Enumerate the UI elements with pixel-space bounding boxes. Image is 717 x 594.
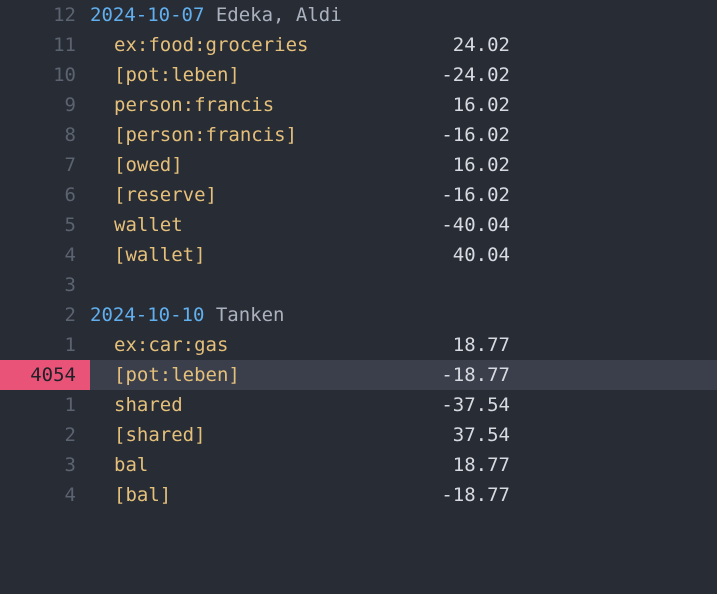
line-number: 2 <box>0 300 90 330</box>
posting-amount: -37.54 <box>350 390 510 420</box>
editor-line[interactable]: 6[reserve]-16.02 <box>0 180 717 210</box>
editor-line[interactable]: 5wallet-40.04 <box>0 210 717 240</box>
line-number: 10 <box>0 60 90 90</box>
editor-line[interactable]: 11ex:food:groceries24.02 <box>0 30 717 60</box>
posting-amount: 16.02 <box>350 90 510 120</box>
line-number: 12 <box>0 0 90 30</box>
posting-amount: -16.02 <box>350 120 510 150</box>
posting-account: ex:food:groceries <box>90 30 350 60</box>
editor-line[interactable]: 1shared-37.54 <box>0 390 717 420</box>
editor-line[interactable]: 3bal18.77 <box>0 450 717 480</box>
posting-amount: 16.02 <box>350 150 510 180</box>
line-number: 1 <box>0 390 90 420</box>
transaction-date: 2024-10-10 <box>90 304 204 326</box>
editor-line[interactable]: 10[pot:leben]-24.02 <box>0 60 717 90</box>
posting-account: [wallet] <box>90 240 350 270</box>
editor-line[interactable]: 4[wallet]40.04 <box>0 240 717 270</box>
posting-account: ex:car:gas <box>90 330 350 360</box>
posting-amount: -18.77 <box>350 480 510 510</box>
posting-amount: -40.04 <box>350 210 510 240</box>
editor-line[interactable]: 4[bal]-18.77 <box>0 480 717 510</box>
editor[interactable]: 122024-10-07 Edeka, Aldi11ex:food:grocer… <box>0 0 717 510</box>
posting-amount: 40.04 <box>350 240 510 270</box>
line-number: 2 <box>0 420 90 450</box>
posting-amount: 18.77 <box>350 450 510 480</box>
editor-line[interactable]: 9person:francis16.02 <box>0 90 717 120</box>
line-content: [person:francis]-16.02 <box>90 120 717 150</box>
posting-account: bal <box>90 450 350 480</box>
line-content: [reserve]-16.02 <box>90 180 717 210</box>
posting-amount: 18.77 <box>350 330 510 360</box>
line-content: shared-37.54 <box>90 390 717 420</box>
transaction-description: Edeka, Aldi <box>216 4 342 26</box>
posting-account: [shared] <box>90 420 350 450</box>
line-content: wallet-40.04 <box>90 210 717 240</box>
line-content: [pot:leben]-24.02 <box>90 60 717 90</box>
posting-amount: -16.02 <box>350 180 510 210</box>
posting-account: [pot:leben] <box>90 360 350 390</box>
editor-line[interactable]: 122024-10-07 Edeka, Aldi <box>0 0 717 30</box>
line-number: 5 <box>0 210 90 240</box>
posting-account: person:francis <box>90 90 350 120</box>
line-content: ex:car:gas18.77 <box>90 330 717 360</box>
posting-account: [bal] <box>90 480 350 510</box>
line-number: 3 <box>0 450 90 480</box>
posting-account: [owed] <box>90 150 350 180</box>
editor-line[interactable]: 3 <box>0 270 717 300</box>
posting-account: shared <box>90 390 350 420</box>
line-content: [shared]37.54 <box>90 420 717 450</box>
line-number: 8 <box>0 120 90 150</box>
editor-line[interactable]: 22024-10-10 Tanken <box>0 300 717 330</box>
line-number: 4 <box>0 480 90 510</box>
transaction-description: Tanken <box>216 304 285 326</box>
posting-amount: 37.54 <box>350 420 510 450</box>
line-number: 9 <box>0 90 90 120</box>
editor-line[interactable]: 1ex:car:gas18.77 <box>0 330 717 360</box>
line-number: 6 <box>0 180 90 210</box>
line-number: 4 <box>0 240 90 270</box>
posting-amount: 24.02 <box>350 30 510 60</box>
posting-account: [reserve] <box>90 180 350 210</box>
line-number: 1 <box>0 330 90 360</box>
editor-line[interactable]: 7[owed]16.02 <box>0 150 717 180</box>
posting-amount: -18.77 <box>350 360 510 390</box>
line-content: ex:food:groceries24.02 <box>90 30 717 60</box>
posting-account: wallet <box>90 210 350 240</box>
line-content: 2024-10-07 Edeka, Aldi <box>90 0 717 30</box>
line-content: person:francis16.02 <box>90 90 717 120</box>
line-number: 3 <box>0 270 90 300</box>
line-number: 7 <box>0 150 90 180</box>
line-content: bal18.77 <box>90 450 717 480</box>
line-content: [wallet]40.04 <box>90 240 717 270</box>
posting-account: [person:francis] <box>90 120 350 150</box>
editor-line[interactable]: 2[shared]37.54 <box>0 420 717 450</box>
editor-line[interactable]: 8[person:francis]-16.02 <box>0 120 717 150</box>
line-content: [bal]-18.77 <box>90 480 717 510</box>
line-content: [owed]16.02 <box>90 150 717 180</box>
line-number: 4054 <box>0 360 90 390</box>
posting-amount: -24.02 <box>350 60 510 90</box>
transaction-date: 2024-10-07 <box>90 4 204 26</box>
line-number: 11 <box>0 30 90 60</box>
posting-account: [pot:leben] <box>90 60 350 90</box>
line-content: 2024-10-10 Tanken <box>90 300 717 330</box>
line-content: [pot:leben]-18.77 <box>90 360 717 390</box>
editor-line[interactable]: 4054[pot:leben]-18.77 <box>0 360 717 390</box>
